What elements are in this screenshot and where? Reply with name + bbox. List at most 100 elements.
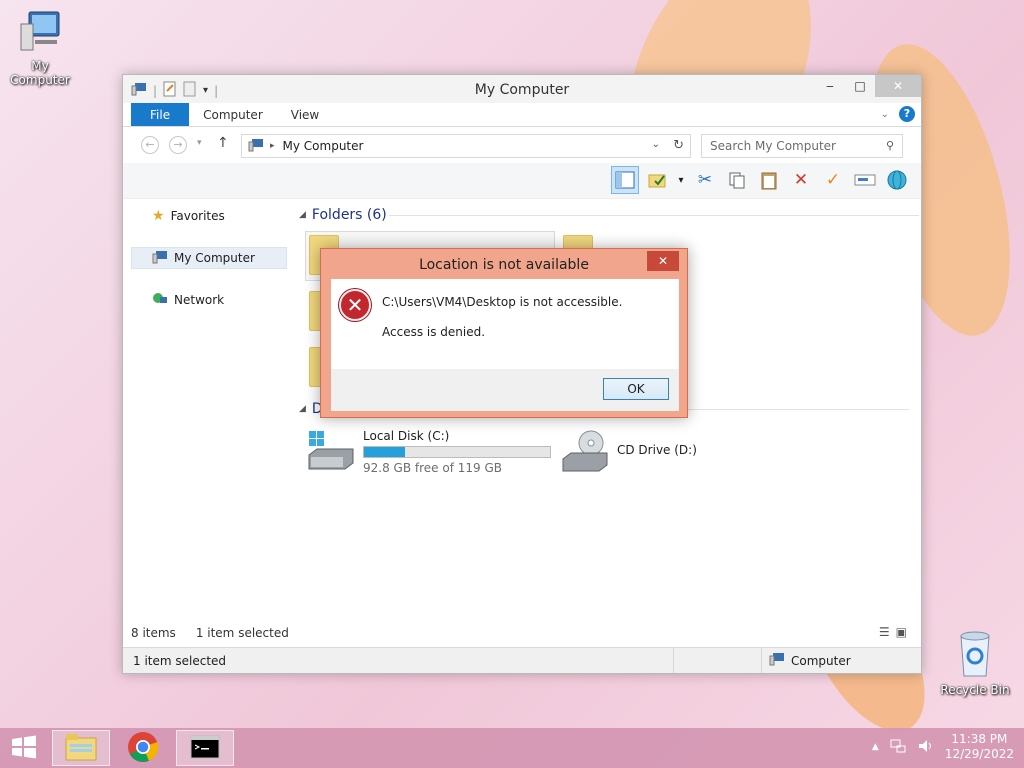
file-explorer-icon [64,732,98,765]
cut-icon[interactable]: ✂ [691,166,719,194]
recycle-bin-icon [935,630,1015,681]
delete-icon[interactable]: ✕ [787,166,815,194]
refresh-icon[interactable]: ↻ [673,138,684,153]
title-bar[interactable]: | ▾ | My Computer ‒ □ ✕ [123,75,921,103]
star-icon: ★ [152,208,165,224]
command-prompt-icon [190,735,220,762]
taskbar-chrome[interactable] [114,730,172,766]
drive-free-space: 92.8 GB free of 119 GB [363,461,502,475]
ribbon-tabs: File Computer View ⌄ ? [123,103,921,127]
navigation-pane-icon[interactable] [611,166,639,194]
clock[interactable]: 11:38 PM 12/29/2022 [945,732,1014,762]
navigation-pane: ★ Favorites My Computer Network [131,199,291,621]
status-location: Computer [769,652,851,669]
dialog-title-bar[interactable]: Location is not available ✕ [321,249,687,277]
dialog-footer: OK [331,369,679,411]
desktop-icon-my-computer[interactable]: My Computer [0,10,80,87]
recent-locations-icon[interactable]: ▾ [197,138,202,148]
cd-drive-icon [561,429,609,476]
selection-count: 1 item selected [195,626,289,640]
drive-cd[interactable]: CD Drive (D:) [561,429,697,476]
dialog-title: Location is not available [419,257,589,273]
dialog-close-button[interactable]: ✕ [647,251,679,271]
group-divider [389,215,919,216]
search-input[interactable]: Search My Computer ⚲ [701,134,903,158]
dialog-detail: Access is denied. [382,325,486,339]
clock-date: 12/29/2022 [944,747,1014,761]
select-check-icon[interactable]: ✓ [819,166,847,194]
clock-time: 11:38 PM [951,732,1008,746]
collapse-icon: ◢ [299,404,306,414]
view-switcher: ☰ ▣ [879,625,907,639]
rename-icon[interactable] [851,166,879,194]
help-icon[interactable]: ? [899,106,915,122]
globe-icon[interactable] [883,166,911,194]
tab-view[interactable]: View [277,103,333,126]
tab-file[interactable]: File [131,103,190,126]
network-status-icon[interactable] [889,738,907,757]
nav-item-network[interactable]: Network [131,289,287,311]
desktop-icon-recycle-bin[interactable]: Recycle Bin [935,630,1015,697]
nav-item-label: Favorites [170,209,225,223]
taskbar-command-prompt[interactable] [176,730,234,766]
expand-ribbon-icon[interactable]: ⌄ [881,109,889,120]
status-bar-top: 8 items 1 item selected ☰ ▣ [131,623,913,643]
ribbon-right: ⌄ ? [881,106,915,122]
group-divider [679,409,909,410]
details-status-bar: 1 item selected Computer [123,647,921,673]
address-text: My Computer [282,139,364,153]
window-title: My Computer [474,82,570,98]
command-toolbar: ▾ ✂ ✕ ✓ [123,163,921,199]
properties-folder-icon[interactable] [643,166,671,194]
search-icon: ⚲ [885,139,894,152]
start-button[interactable] [0,730,48,766]
ok-button[interactable]: OK [603,378,669,400]
tab-computer[interactable]: Computer [189,103,277,126]
details-view-icon[interactable]: ☰ [879,625,890,639]
address-bar[interactable]: ▸ My Computer ⌄ ↻ [241,134,691,158]
status-divider [673,648,674,673]
forward-button[interactable]: → [169,136,187,154]
show-hidden-icons-icon[interactable]: ▲ [872,742,879,752]
up-button[interactable]: ↑ [217,135,229,151]
minimize-button[interactable]: ‒ [815,75,845,97]
dialog-body: ✕ C:\Users\VM4\Desktop is not accessible… [331,279,679,369]
system-tray: ▲ 11:38 PM 12/29/2022 [872,732,1014,762]
nav-item-favorites[interactable]: ★ Favorites [131,205,287,227]
desktop-icon-label: Recycle Bin [940,683,1010,697]
search-placeholder: Search My Computer [710,139,836,153]
status-location-label: Computer [791,653,851,668]
nav-item-label: My Computer [174,251,255,265]
address-dropdown-icon[interactable]: ⌄ [652,139,660,150]
drive-usage-fill [364,447,405,457]
drive-name: Local Disk (C:) [363,429,450,443]
error-icon: ✕ [339,289,371,321]
details-selection-text: 1 item selected [133,653,227,668]
taskbar-file-explorer[interactable] [52,730,110,766]
computer-icon [769,652,785,669]
computer-icon [152,250,168,267]
large-icons-view-icon[interactable]: ▣ [896,625,907,639]
folder-options-dropdown-icon[interactable]: ▾ [675,166,687,194]
maximize-button[interactable]: □ [845,75,875,97]
desktop-icon-label: My Computer [10,59,70,87]
back-button[interactable]: ← [141,136,159,154]
collapse-icon: ◢ [299,210,306,220]
computer-icon [0,10,80,57]
volume-icon[interactable] [917,738,935,757]
taskbar: ▲ 11:38 PM 12/29/2022 [0,728,1024,768]
drive-local-disk[interactable]: Local Disk (C:) 92.8 GB free of 119 GB [307,429,551,476]
paste-icon[interactable] [755,166,783,194]
group-header-label: Folders (6) [311,207,387,223]
network-icon [152,292,168,309]
drive-name: CD Drive (D:) [617,443,697,457]
group-header-folders[interactable]: ◢ Folders (6) [299,207,919,223]
computer-icon [248,138,264,155]
hard-drive-icon [307,429,355,476]
error-dialog: Location is not available ✕ ✕ C:\Users\V… [320,248,688,418]
nav-item-my-computer[interactable]: My Computer [131,247,287,269]
copy-icon[interactable] [723,166,751,194]
status-divider [761,648,762,673]
breadcrumb-chevron-icon[interactable]: ▸ [270,141,275,151]
close-button[interactable]: ✕ [875,75,921,97]
